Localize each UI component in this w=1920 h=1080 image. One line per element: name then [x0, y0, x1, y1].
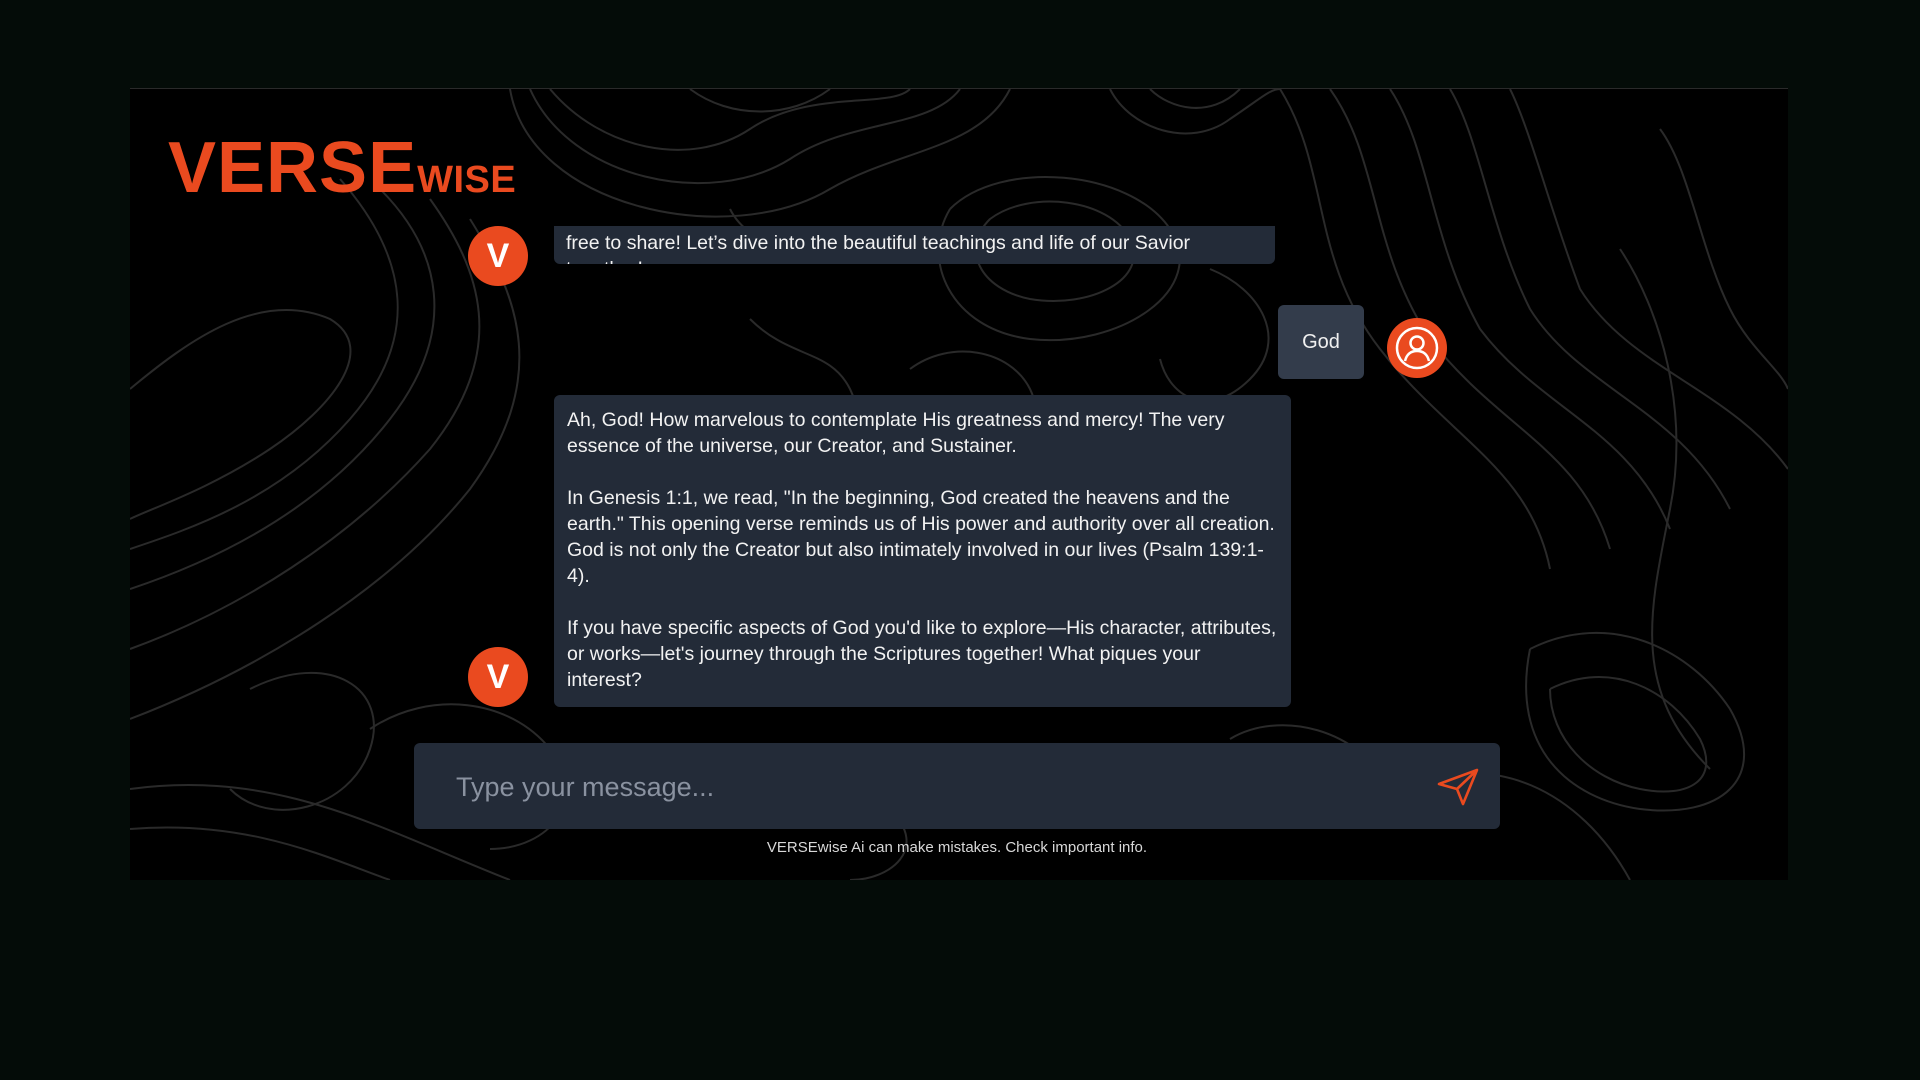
message-composer — [414, 743, 1500, 831]
disclaimer-text: VERSEwise Ai can make mistakes. Check im… — [766, 839, 1148, 856]
user-message: God — [1278, 305, 1364, 379]
assistant-avatar: V — [468, 647, 528, 707]
send-button[interactable] — [1436, 767, 1480, 807]
message-paragraph: free to share! Let’s dive into the beaut… — [566, 232, 1191, 264]
assistant-message: free to share! Let’s dive into the beaut… — [554, 226, 1275, 264]
logo-wise: WISE — [417, 159, 517, 201]
user-circle-icon — [1395, 326, 1439, 370]
assistant-message: Ah, God! How marvelous to contemplate Hi… — [554, 395, 1291, 707]
assistant-avatar-letter: V — [486, 657, 510, 696]
assistant-avatar: V — [468, 226, 528, 286]
chat-app: VERSEWISE V free to share! Let’s dive in… — [130, 88, 1788, 880]
assistant-avatar-letter: V — [486, 236, 510, 275]
versewise-logo: VERSEWISE — [168, 127, 516, 209]
user-message-text: God — [1302, 330, 1340, 353]
message-input[interactable] — [454, 743, 1398, 831]
message-paragraph: In Genesis 1:1, we read, "In the beginni… — [567, 487, 1275, 587]
message-paragraph: Ah, God! How marvelous to contemplate Hi… — [567, 409, 1225, 457]
user-avatar — [1387, 318, 1447, 378]
message-paragraph: If you have specific aspects of God you'… — [567, 617, 1277, 691]
logo-verse: VERSE — [168, 128, 418, 208]
send-icon — [1437, 768, 1479, 806]
